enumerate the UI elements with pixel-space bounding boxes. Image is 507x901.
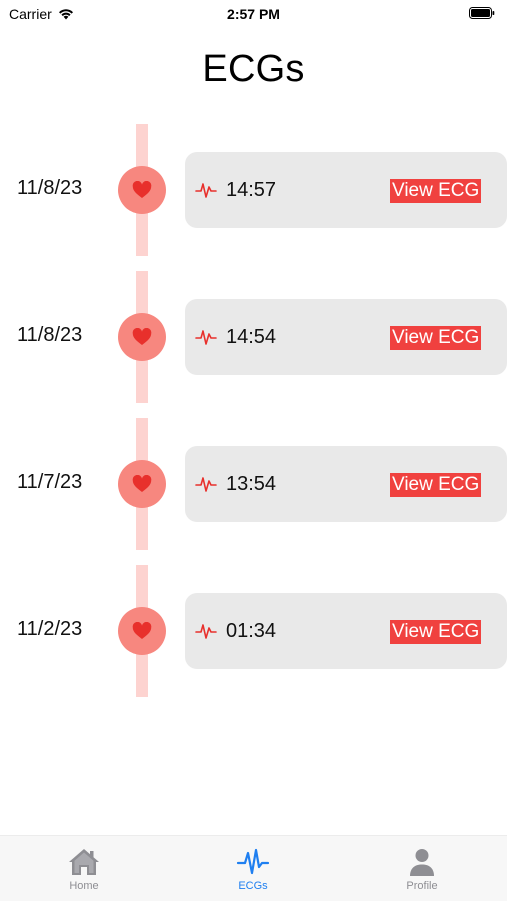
- house-icon: [69, 849, 99, 875]
- ecg-waveform-icon: [195, 477, 217, 492]
- person-icon: [410, 849, 434, 876]
- ecg-date: 11/7/23: [17, 471, 83, 493]
- ecg-card: 14:54 View ECG: [185, 299, 507, 375]
- ecg-card: 14:57 View ECG: [185, 152, 507, 228]
- tab-profile[interactable]: Profile: [362, 846, 482, 892]
- view-ecg-button[interactable]: View ECG: [390, 179, 482, 203]
- view-ecg-button[interactable]: View ECG: [390, 326, 482, 350]
- ecg-list: 11/8/23 14:57 View ECG 11/8/23 14:54 Vie…: [0, 124, 507, 712]
- ecg-card: 01:34 View ECG: [185, 593, 507, 669]
- ecg-list-item: 11/2/23 01:34 View ECG: [0, 565, 507, 712]
- ecg-date: 11/8/23: [17, 324, 83, 346]
- ecg-waveform-icon: [195, 624, 217, 639]
- ecg-date: 11/2/23: [17, 618, 83, 640]
- ecg-waveform-icon: [195, 183, 217, 198]
- ecg-time: 14:54: [226, 326, 277, 348]
- heart-badge: [118, 460, 166, 508]
- ecg-time: 13:54: [226, 473, 277, 495]
- tab-profile-label: Profile: [406, 880, 438, 892]
- ecg-list-item: 11/7/23 13:54 View ECG: [0, 418, 507, 565]
- tab-ecgs-label: ECGs: [238, 880, 268, 892]
- heart-icon: [132, 181, 152, 198]
- view-ecg-button[interactable]: View ECG: [390, 473, 482, 497]
- tab-home-label: Home: [69, 880, 99, 892]
- heart-badge: [118, 607, 166, 655]
- tab-bar: Home ECGs Profile: [0, 835, 507, 901]
- heart-badge: [118, 166, 166, 214]
- ecg-waveform-icon: [195, 330, 217, 345]
- status-bar: Carrier 2:57 PM: [0, 0, 507, 28]
- page-title: ECGs: [202, 48, 305, 90]
- ecg-list-item: 11/8/23 14:57 View ECG: [0, 124, 507, 271]
- view-ecg-button[interactable]: View ECG: [390, 620, 482, 644]
- ecg-time: 01:34: [226, 620, 277, 642]
- heart-icon: [132, 622, 152, 639]
- heart-icon: [132, 328, 152, 345]
- battery-icon: [469, 7, 495, 19]
- ecg-time: 14:57: [226, 179, 277, 201]
- ecg-date: 11/8/23: [17, 177, 83, 199]
- tab-home[interactable]: Home: [24, 846, 144, 892]
- heart-badge: [118, 313, 166, 361]
- status-time: 2:57 PM: [227, 6, 280, 22]
- heart-icon: [132, 475, 152, 492]
- ecg-list-item: 11/8/23 14:54 View ECG: [0, 271, 507, 418]
- tab-ecgs[interactable]: ECGs: [193, 846, 313, 892]
- waveform-icon: [236, 848, 270, 875]
- ecg-card: 13:54 View ECG: [185, 446, 507, 522]
